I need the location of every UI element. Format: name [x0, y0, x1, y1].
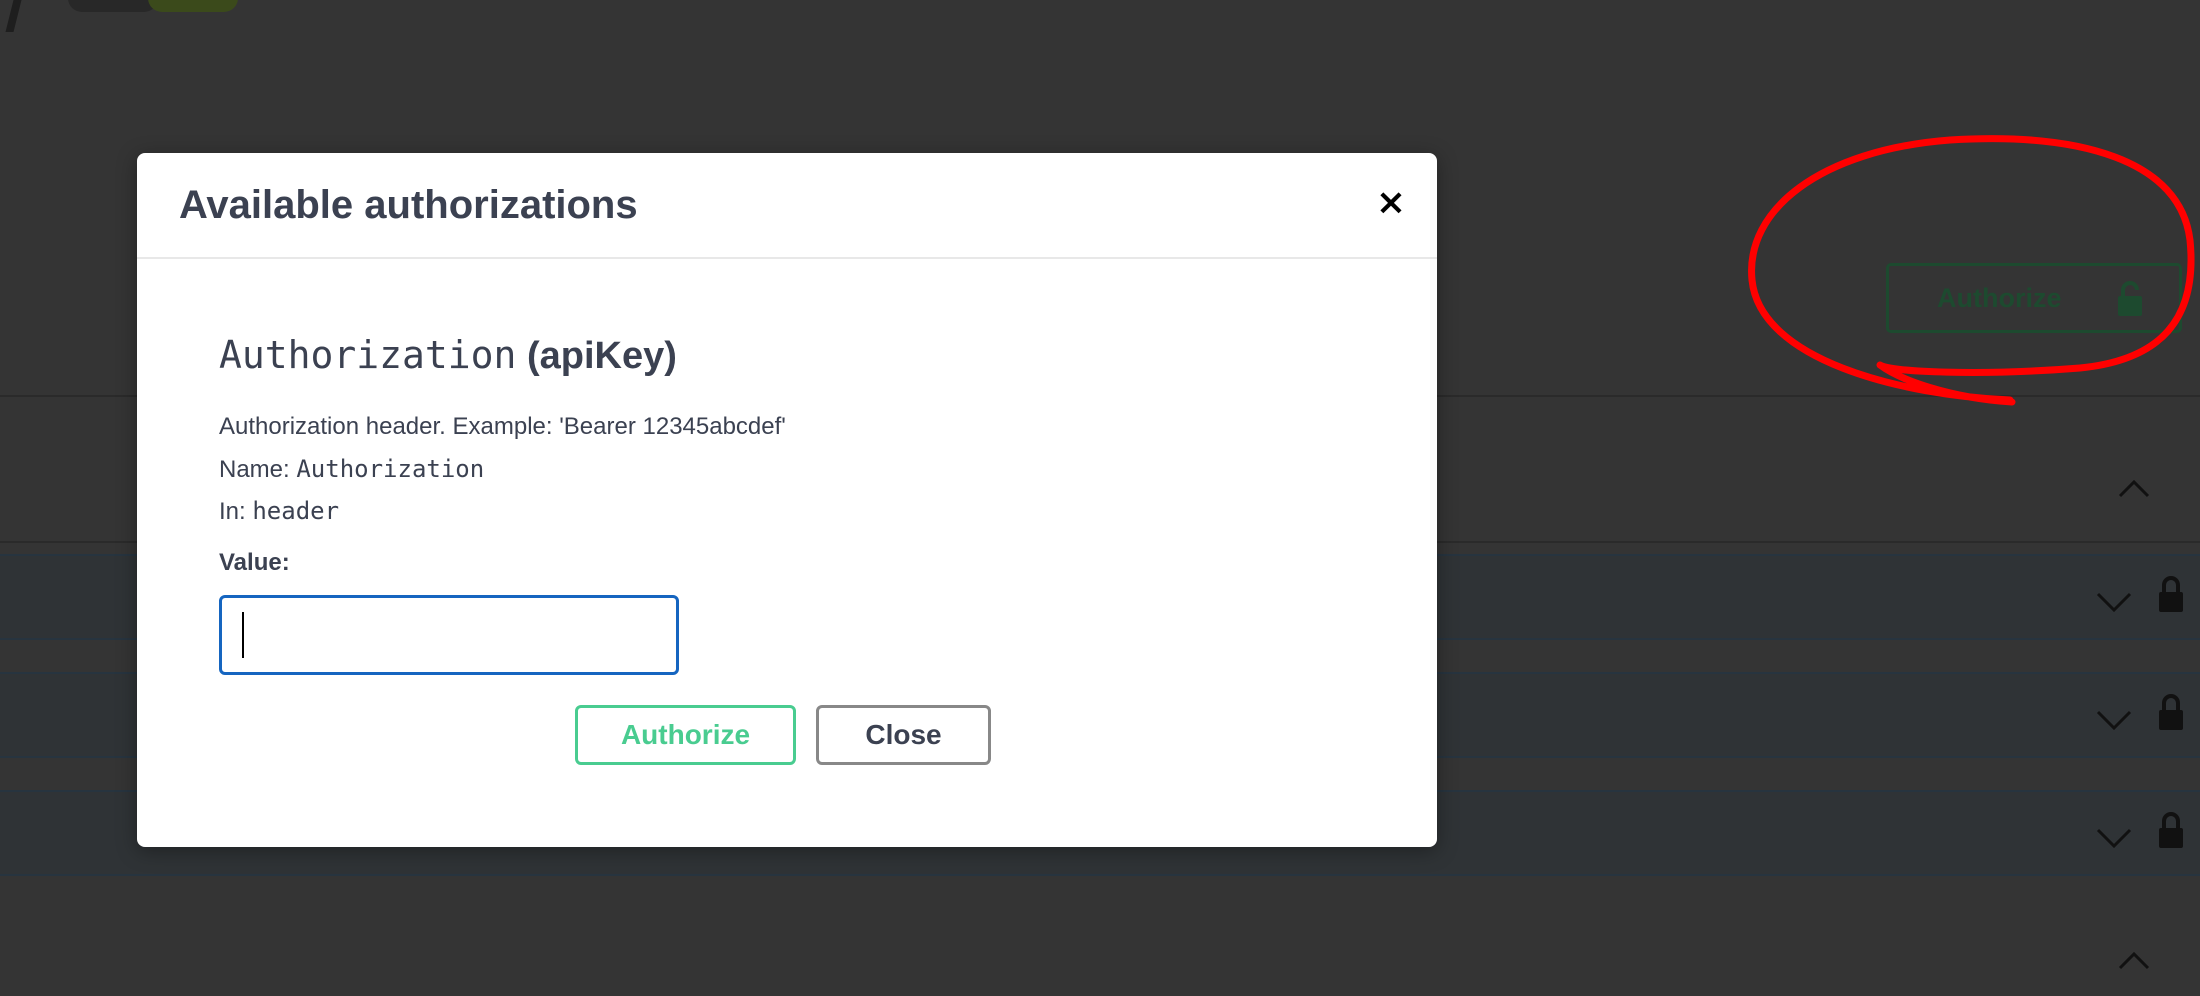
value-label: Value:: [219, 549, 290, 576]
close-button[interactable]: Close: [816, 705, 991, 765]
logo-fragment: [5, 0, 27, 32]
chevron-down-icon[interactable]: [2096, 592, 2132, 612]
chevron-up-icon[interactable]: [2118, 478, 2150, 498]
api-key-value-input[interactable]: [219, 595, 679, 675]
oas-badge: [148, 0, 238, 12]
scheme-name: Authorization: [219, 333, 517, 377]
name-label: Name:: [219, 456, 290, 483]
modal-header: Available authorizations ×: [137, 153, 1437, 259]
page-authorize-button[interactable]: Authorize: [1886, 263, 2182, 333]
lock-icon[interactable]: [2156, 692, 2186, 732]
close-icon[interactable]: ×: [1371, 183, 1411, 223]
version-badge: [68, 0, 158, 12]
page-authorize-label: Authorize: [1937, 282, 2062, 313]
text-caret: [242, 612, 244, 658]
authorization-modal: Available authorizations × Authorization…: [137, 153, 1437, 847]
lock-icon[interactable]: [2156, 810, 2186, 850]
scheme-title: Authorization (apiKey): [219, 333, 677, 378]
scheme-type: (apiKey): [526, 335, 677, 377]
lock-icon[interactable]: [2156, 574, 2186, 614]
name-value: Authorization: [296, 455, 485, 483]
swagger-page: Authorize Available authorizations × Aut…: [0, 0, 2200, 996]
chevron-down-icon[interactable]: [2096, 828, 2132, 848]
lock-icon: [2118, 281, 2142, 316]
modal-title: Available authorizations: [179, 183, 638, 227]
in-label: In:: [219, 498, 246, 525]
scheme-name-line: Name: Authorization: [219, 455, 484, 484]
in-value: header: [252, 497, 340, 525]
scheme-in-line: In: header: [219, 497, 339, 526]
authorize-button[interactable]: Authorize: [575, 705, 796, 765]
chevron-up-icon[interactable]: [2118, 950, 2150, 970]
chevron-down-icon[interactable]: [2096, 710, 2132, 730]
scheme-description: Authorization header. Example: 'Bearer 1…: [219, 413, 786, 440]
